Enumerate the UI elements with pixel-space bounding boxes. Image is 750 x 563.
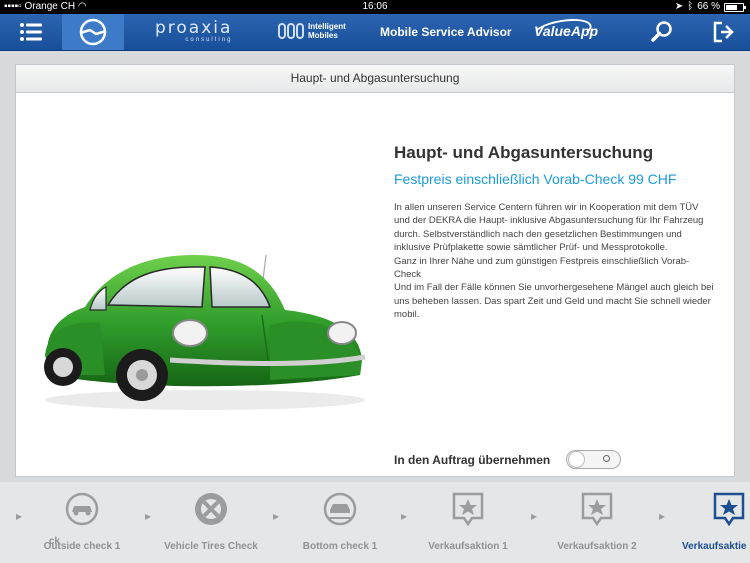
service-card: Haupt- und Abgasuntersuchung Haupt- und … — [15, 64, 735, 477]
car-outside-icon — [65, 492, 99, 526]
toggle-off-icon — [603, 455, 611, 462]
step-item[interactable]: Vehicle Tires Check — [151, 492, 271, 552]
description-paragraph: In allen unseren Service Centern führen … — [394, 202, 704, 254]
toggle-knob — [568, 451, 586, 468]
opel-logo-icon — [79, 18, 107, 46]
exit-icon — [713, 21, 734, 43]
im-logo-icon — [278, 23, 304, 39]
order-row: In den Auftrag übernehmen — [394, 450, 622, 469]
chevron-right-icon: ▸ — [659, 509, 666, 523]
valueapp-logo: ValueApp — [530, 14, 598, 48]
description-paragraph: Ganz in Ihrer Nähe und zum günstigen Fes… — [394, 255, 690, 281]
chevron-right-icon: ▸ — [401, 509, 408, 523]
home-logo-button[interactable] — [62, 14, 124, 50]
car-image — [44, 254, 366, 410]
intelligent-mobiles-logo: Intelligent Mobiles — [278, 22, 346, 40]
order-toggle[interactable] — [566, 450, 622, 469]
list-menu-icon — [20, 23, 42, 41]
logout-button[interactable] — [712, 20, 736, 44]
step-bar: ck ▸ Outside check 1 ▸ Vehicle Tires Che… — [0, 482, 750, 563]
chevron-right-icon: ▸ — [273, 509, 280, 523]
step-item[interactable]: Bottom check 1 — [280, 492, 400, 552]
navigation-bar: proaxia consulting Intelligent Mobiles M… — [0, 14, 750, 51]
status-right: ➤ ᛒ 66 % — [674, 0, 746, 14]
tire-icon — [195, 493, 227, 525]
service-description: In allen unseren Service Centern führen … — [394, 201, 716, 322]
step-item[interactable]: Verkaufsaktion 1 — [408, 492, 528, 552]
search-button[interactable] — [650, 20, 674, 44]
step-item-active[interactable]: Verkaufsaktie — [666, 492, 750, 552]
battery-icon — [724, 2, 746, 12]
service-details: Haupt- und Abgasuntersuchung Festpreis e… — [394, 143, 716, 322]
app-title: Mobile Service Advisor — [380, 25, 512, 39]
search-icon — [651, 21, 672, 42]
clock: 16:06 — [362, 1, 388, 12]
star-badge-icon — [713, 492, 745, 527]
step-item[interactable]: Verkaufsaktion 2 — [537, 492, 657, 552]
location-icon: ➤ — [674, 1, 684, 12]
battery-percent: 66 % — [697, 1, 720, 12]
menu-button[interactable] — [0, 14, 62, 50]
star-badge-icon — [452, 492, 484, 527]
bluetooth-icon: ᛒ — [687, 1, 694, 12]
status-bar: ▪▪▪▪▫ Orange CH ◠ 16:06 ➤ ᛒ 66 % — [0, 0, 750, 14]
car-bottom-icon — [323, 492, 357, 526]
step-item[interactable]: Outside check 1 — [22, 492, 142, 552]
description-paragraph: Und im Fall der Fälle können Sie unvorhe… — [394, 282, 714, 321]
order-label: In den Auftrag übernehmen — [394, 452, 551, 467]
star-badge-icon — [581, 492, 613, 527]
card-header: Haupt- und Abgasuntersuchung — [16, 65, 734, 93]
service-title: Haupt- und Abgasuntersuchung — [394, 143, 654, 162]
service-price: Festpreis einschließlich Vorab-Check 99 … — [394, 171, 677, 187]
proaxia-logo: proaxia consulting — [155, 18, 233, 43]
